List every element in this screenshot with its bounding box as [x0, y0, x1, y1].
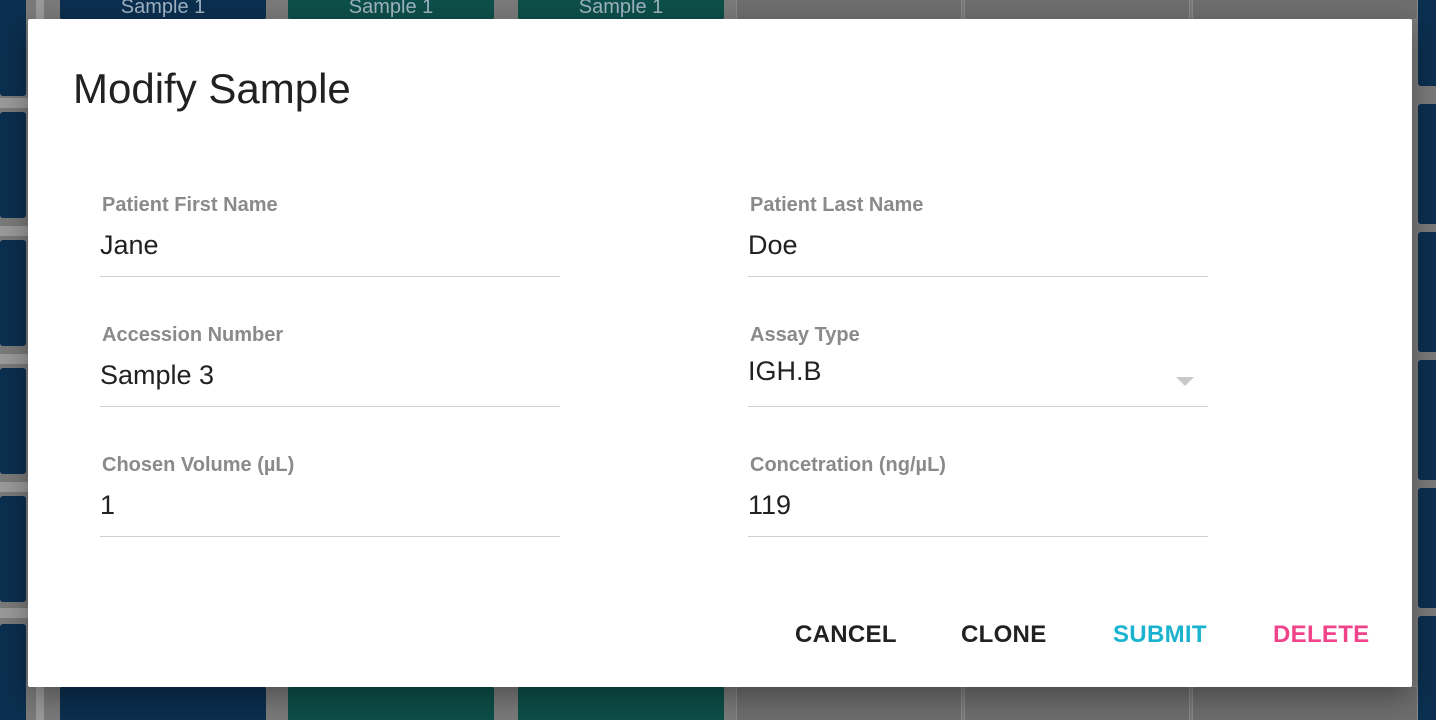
assay-type-field[interactable]: Assay Type IGH.B [748, 324, 1208, 434]
input-underline [748, 536, 1208, 537]
input-underline [100, 276, 560, 277]
accession-number-input[interactable] [100, 360, 520, 391]
concentration-input[interactable] [748, 490, 1168, 521]
clone-button[interactable]: CLONE [961, 621, 1047, 649]
chosen-volume-field: Chosen Volume (µL) [100, 454, 560, 564]
app-screen: Sample 1 Sample 1 Sample 1 Modify Sample… [0, 0, 1436, 720]
dropdown-arrow-icon[interactable] [1176, 377, 1194, 386]
input-underline [748, 406, 1208, 407]
accession-number-field: Accession Number [100, 324, 560, 434]
submit-button[interactable]: SUBMIT [1113, 621, 1207, 649]
input-underline [100, 536, 560, 537]
input-underline [100, 406, 560, 407]
dialog-title: Modify Sample [73, 65, 351, 112]
delete-button[interactable]: DELETE [1273, 621, 1369, 649]
concentration-label: Concetration (ng/µL) [750, 454, 946, 476]
last-name-input[interactable] [748, 230, 1168, 261]
chosen-volume-label: Chosen Volume (µL) [102, 454, 295, 476]
concentration-field: Concetration (ng/µL) [748, 454, 1208, 564]
assay-type-select[interactable]: IGH.B [748, 356, 1168, 387]
assay-type-label: Assay Type [750, 324, 860, 346]
chosen-volume-input[interactable] [100, 490, 520, 521]
cancel-button[interactable]: CANCEL [795, 621, 897, 649]
modify-sample-dialog: Modify Sample Patient First Name Patient… [28, 19, 1412, 687]
last-name-label: Patient Last Name [750, 194, 924, 216]
first-name-field: Patient First Name [100, 194, 560, 304]
first-name-input[interactable] [100, 230, 520, 261]
accession-number-label: Accession Number [102, 324, 284, 346]
last-name-field: Patient Last Name [748, 194, 1208, 304]
input-underline [748, 276, 1208, 277]
first-name-label: Patient First Name [102, 194, 278, 216]
